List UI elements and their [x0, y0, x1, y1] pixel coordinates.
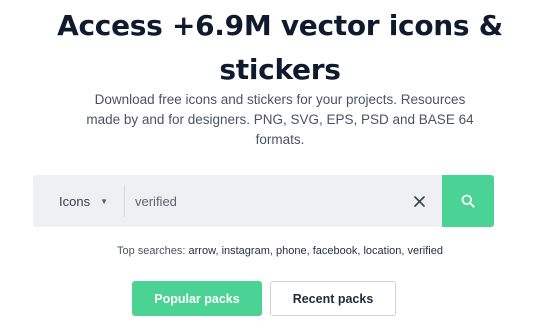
popular-packs-button[interactable]: Popular packs: [132, 281, 262, 316]
top-searches: Top searches: arrow, instagram, phone, f…: [116, 245, 443, 257]
top-searches-label: Top searches:: [116, 245, 186, 257]
subtitle-line-2: made by and for designers. PNG, SVG, EPS…: [86, 112, 474, 127]
top-search-link[interactable]: verified: [408, 245, 443, 257]
recent-packs-button[interactable]: Recent packs: [270, 281, 396, 316]
close-icon: [413, 195, 425, 207]
page-title: Access +6.9M vector icons & stickers: [0, 4, 560, 92]
title-line-1: Access +6.9M vector icons &: [57, 9, 503, 42]
page: Access +6.9M vector icons & stickers Dow…: [0, 0, 560, 329]
top-search-link[interactable]: instagram: [222, 245, 270, 257]
search-input[interactable]: [125, 175, 396, 227]
top-search-link[interactable]: phone: [276, 245, 307, 257]
subtitle-line-3: formats.: [255, 132, 305, 147]
search-type-label: Icons: [59, 193, 91, 209]
page-subtitle: Download free icons and stickers for you…: [60, 90, 500, 150]
search-field: Icons ▼: [33, 175, 442, 227]
search-button[interactable]: [442, 175, 494, 227]
search-type-select[interactable]: Icons ▼: [33, 185, 125, 217]
search-bar: Icons ▼: [33, 175, 494, 227]
clear-search-button[interactable]: [396, 175, 442, 227]
search-icon: [461, 194, 475, 208]
subtitle-line-1: Download free icons and stickers for you…: [94, 92, 466, 107]
chevron-down-icon: ▼: [100, 196, 108, 206]
top-search-link[interactable]: facebook: [313, 245, 358, 257]
top-search-link[interactable]: arrow: [189, 245, 216, 257]
title-line-2: stickers: [219, 53, 341, 86]
top-search-link[interactable]: location: [363, 245, 401, 257]
